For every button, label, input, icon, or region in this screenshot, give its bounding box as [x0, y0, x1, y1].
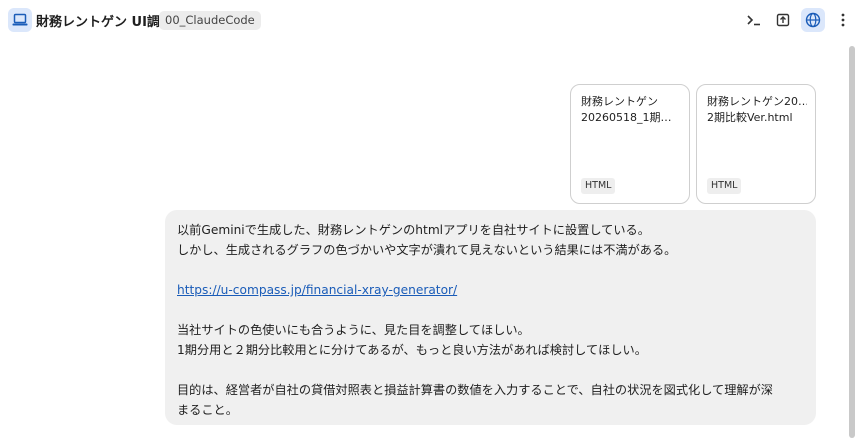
attachment-card[interactable]: 財務レントゲン20… 2期比較Ver.html HTML: [696, 84, 816, 204]
terminal-button[interactable]: [742, 8, 766, 32]
export-button[interactable]: [771, 8, 795, 32]
message-line: 以前Geminiで生成した、財務レントゲンのhtmlアプリを自社サイトに設置して…: [177, 223, 650, 237]
top-bar: 財務レントゲン UI調整 00_ClaudeCode: [0, 0, 859, 40]
more-button[interactable]: [831, 8, 855, 32]
globe-button[interactable]: [801, 8, 825, 32]
attachment-card[interactable]: 財務レントゲン 20260518_1期… HTML: [570, 84, 690, 204]
message-line: 当社サイトの色使いにも合うように、見た目を調整してほしい。: [177, 323, 530, 337]
user-message: 以前Geminiで生成した、財務レントゲンのhtmlアプリを自社サイトに設置して…: [165, 210, 816, 425]
page-title: 財務レントゲン UI調整: [36, 15, 173, 30]
laptop-icon[interactable]: [8, 8, 32, 32]
file-type-badge: HTML: [707, 178, 742, 194]
project-badge[interactable]: 00_ClaudeCode: [159, 11, 261, 30]
message-line: まること。: [177, 403, 238, 417]
attachment-name: 財務レントゲン20… 2期比較Ver.html: [707, 95, 807, 124]
attachment-name: 財務レントゲン 20260518_1期…: [581, 95, 672, 124]
globe-icon: [805, 12, 821, 28]
terminal-icon: [747, 15, 760, 26]
message-link[interactable]: https://u-compass.jp/financial-xray-gene…: [177, 283, 457, 297]
export-icon: [776, 13, 790, 27]
more-vert-icon: [841, 13, 845, 27]
message-line: 目的は、経営者が自社の貸借対照表と損益計算書の数値を入力することで、自社の状況を…: [177, 383, 773, 397]
message-line: しかし、生成されるグラフの色づかいや文字が潰れて見えないという結果には不満がある…: [177, 243, 677, 257]
scrollbar[interactable]: [849, 46, 855, 438]
message-line: 1期分用と２期分比較用とに分けてあるが、もっと良い方法があれば検討してほしい。: [177, 343, 647, 357]
file-type-badge: HTML: [581, 178, 616, 194]
